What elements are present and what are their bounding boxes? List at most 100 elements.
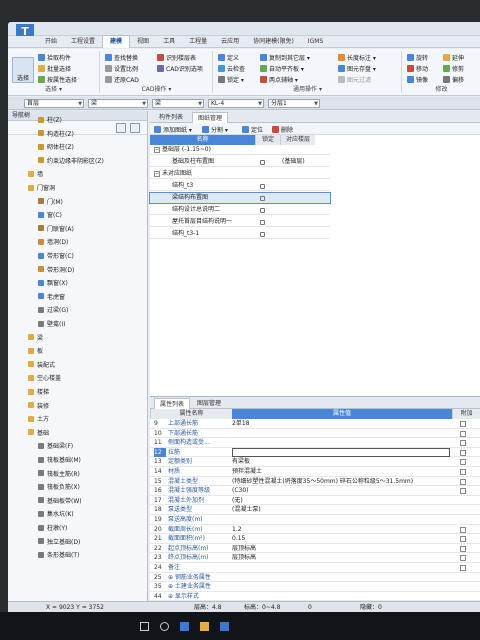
property-value[interactable]: 1.2 [232,525,450,535]
extra-checkbox[interactable] [460,545,466,552]
nav-item[interactable]: 板 [28,346,43,355]
extra-checkbox[interactable] [460,430,466,437]
property-row[interactable]: 11 侧面构造或受... [150,438,480,448]
nav-item[interactable]: 筏板基础(M) [38,455,81,464]
nav-item[interactable]: 砌体柱(Z) [38,142,74,151]
property-row[interactable]: 17 混凝土外加剂 (无) [150,496,480,506]
property-row[interactable]: 35 ⊕ 土建业务属性 [150,582,480,592]
nav-item[interactable]: 独立基础(D) [38,537,80,546]
set-scale-button[interactable]: 设置比例 [105,64,138,73]
collapse-icon[interactable]: − [154,147,160,153]
drawing-row[interactable]: − 未对应图纸 [150,169,330,179]
lock-icon[interactable] [260,232,265,237]
tab-collab-modeling[interactable]: 协同建模(限免) [246,36,301,48]
drawing-row[interactable]: 结构设计总说明二 [150,205,330,215]
nav-item[interactable]: 墙 [28,169,43,178]
nav-item[interactable]: 装配式 [28,360,55,369]
nav-item[interactable]: 基础板带(W) [38,496,82,505]
category-select[interactable]: 梁 ▼ [88,99,148,108]
property-value[interactable]: (特细砂塑性混凝土(坍落度35～50mm) 碎石公称粒级5～31.5mm) [232,477,450,487]
lock-icon[interactable] [260,196,265,201]
type-select[interactable]: 梁 ▼ [152,99,204,108]
nav-item[interactable]: 楼梯 [28,387,49,396]
lock-icon[interactable] [260,220,265,225]
trim-button[interactable]: 修剪 [443,64,464,73]
nav-item[interactable]: 门窗洞 [28,183,55,192]
delete-button[interactable]: 删除 [272,125,293,134]
drawing-row[interactable]: 结构_t3-1 [150,229,330,239]
nav-item[interactable]: 集水坑(K) [38,509,74,518]
tab-view[interactable]: 视图 [130,36,156,48]
nav-item[interactable]: 装修 [28,401,49,410]
nav-item[interactable]: 窗(C) [38,210,62,219]
nav-item[interactable]: 柱墩(Y) [38,523,67,532]
search-icon[interactable] [160,622,169,631]
collapse-icon[interactable]: − [154,171,160,177]
two-point-axis-button[interactable]: 两点辅轴 ▾ [260,75,298,84]
nav-item[interactable]: 老虎窗 [38,292,65,301]
nav-item[interactable]: 壁龛(I) [38,319,65,328]
nav-item[interactable]: 带形洞(D) [38,265,74,274]
drawing-row[interactable]: 梁结构布置图 [149,192,331,204]
property-row[interactable]: 18 泵送类型 (混凝土泵) [150,505,480,515]
property-value[interactable]: (无) [232,496,450,506]
mirror-button[interactable]: 镜像 [407,75,428,84]
component-select[interactable]: KL-4 ▼ [208,99,264,108]
property-row[interactable]: 22 起点顶标高(m) 层顶标高 [150,544,480,554]
nav-item[interactable]: 门联窗(A) [38,224,74,233]
extra-checkbox[interactable] [460,421,466,427]
tab-component-list[interactable]: 构件列表 [154,112,188,123]
nav-item[interactable]: 梁 [28,333,43,342]
extra-checkbox[interactable] [460,440,466,447]
define-button[interactable]: 定义 [218,53,239,62]
nav-item[interactable]: 约束边缘非阴影区(Z) [38,156,104,165]
extra-checkbox[interactable] [460,478,466,485]
drawing-row[interactable]: 基础及柱布置图 (基础层) [150,157,330,167]
property-value[interactable]: 0.15 [232,534,450,544]
offset-button[interactable]: 偏移 [443,75,464,84]
cloud-check-button[interactable]: 云检查 [218,64,245,73]
property-value[interactable]: 层顶标高 [232,553,450,563]
auto-align-slab-button[interactable]: 自动平齐板 ▾ [260,64,304,73]
nav-item[interactable]: 飘窗(X) [38,278,68,287]
tab-igms[interactable]: IGMS [301,36,330,48]
cad-options-button[interactable]: CAD识别选项 [157,64,203,73]
tab-property-list[interactable]: 属性列表 [154,398,191,409]
drawing-row[interactable]: 屋托首层目结构说明一 [150,217,330,227]
move-button[interactable]: 移动 [407,64,428,73]
property-value[interactable]: 2单18 [232,419,450,429]
copy-to-floor-button[interactable]: 复制到其它层 ▾ [260,53,310,62]
property-value[interactable] [232,447,450,457]
identify-floor-table-button[interactable]: 识别楼层表 [157,53,196,62]
nav-item[interactable]: 基础 [28,428,49,437]
property-value[interactable]: 有梁板 [232,457,450,467]
tab-layer-management[interactable]: 图层管理 [192,398,226,409]
tab-start[interactable]: 开始 [38,36,64,48]
edge-icon[interactable] [180,622,189,631]
pick-component-button[interactable]: 拾取构件 [38,53,71,62]
element-filter-button[interactable]: 图元过滤 [338,75,371,84]
tree-view-icon[interactable] [130,123,140,133]
extend-button[interactable]: 延伸 [443,53,464,62]
property-row[interactable]: 25 ⊕ 钢筋业务属性 [150,573,480,583]
extra-checkbox[interactable] [460,459,466,466]
nav-item[interactable]: 构造柱(Z) [38,129,74,138]
list-view-icon[interactable] [116,123,126,133]
property-row[interactable]: 44 ⊕ 显示样式 [150,592,480,602]
property-row[interactable]: 9 上部通长筋 2单18 [150,419,480,429]
windows-start-icon[interactable] [140,622,149,631]
split-button[interactable]: 分割 ▾ [202,125,228,134]
property-row[interactable]: 19 泵送高度(m) [150,515,480,525]
property-row[interactable]: 23 终点顶标高(m) 层顶标高 [150,553,480,563]
extra-checkbox[interactable] [460,449,466,456]
property-row[interactable]: 24 备注 [150,563,480,573]
property-row[interactable]: 20 截面周长(m) 1.2 [150,525,480,535]
add-drawing-button[interactable]: 添加图纸 ▾ [154,125,192,134]
app-taskbar-icon[interactable] [220,622,229,631]
lock-icon[interactable] [260,208,265,213]
tab-drawing-management[interactable]: 图纸管理 [192,112,229,123]
property-row[interactable]: 21 截面面积(m²) 0.15 [150,534,480,544]
property-row[interactable]: 16 混凝土强度等级 (C30) [150,486,480,496]
extra-checkbox[interactable] [460,526,466,533]
tab-quantities[interactable]: 工程量 [182,36,214,48]
